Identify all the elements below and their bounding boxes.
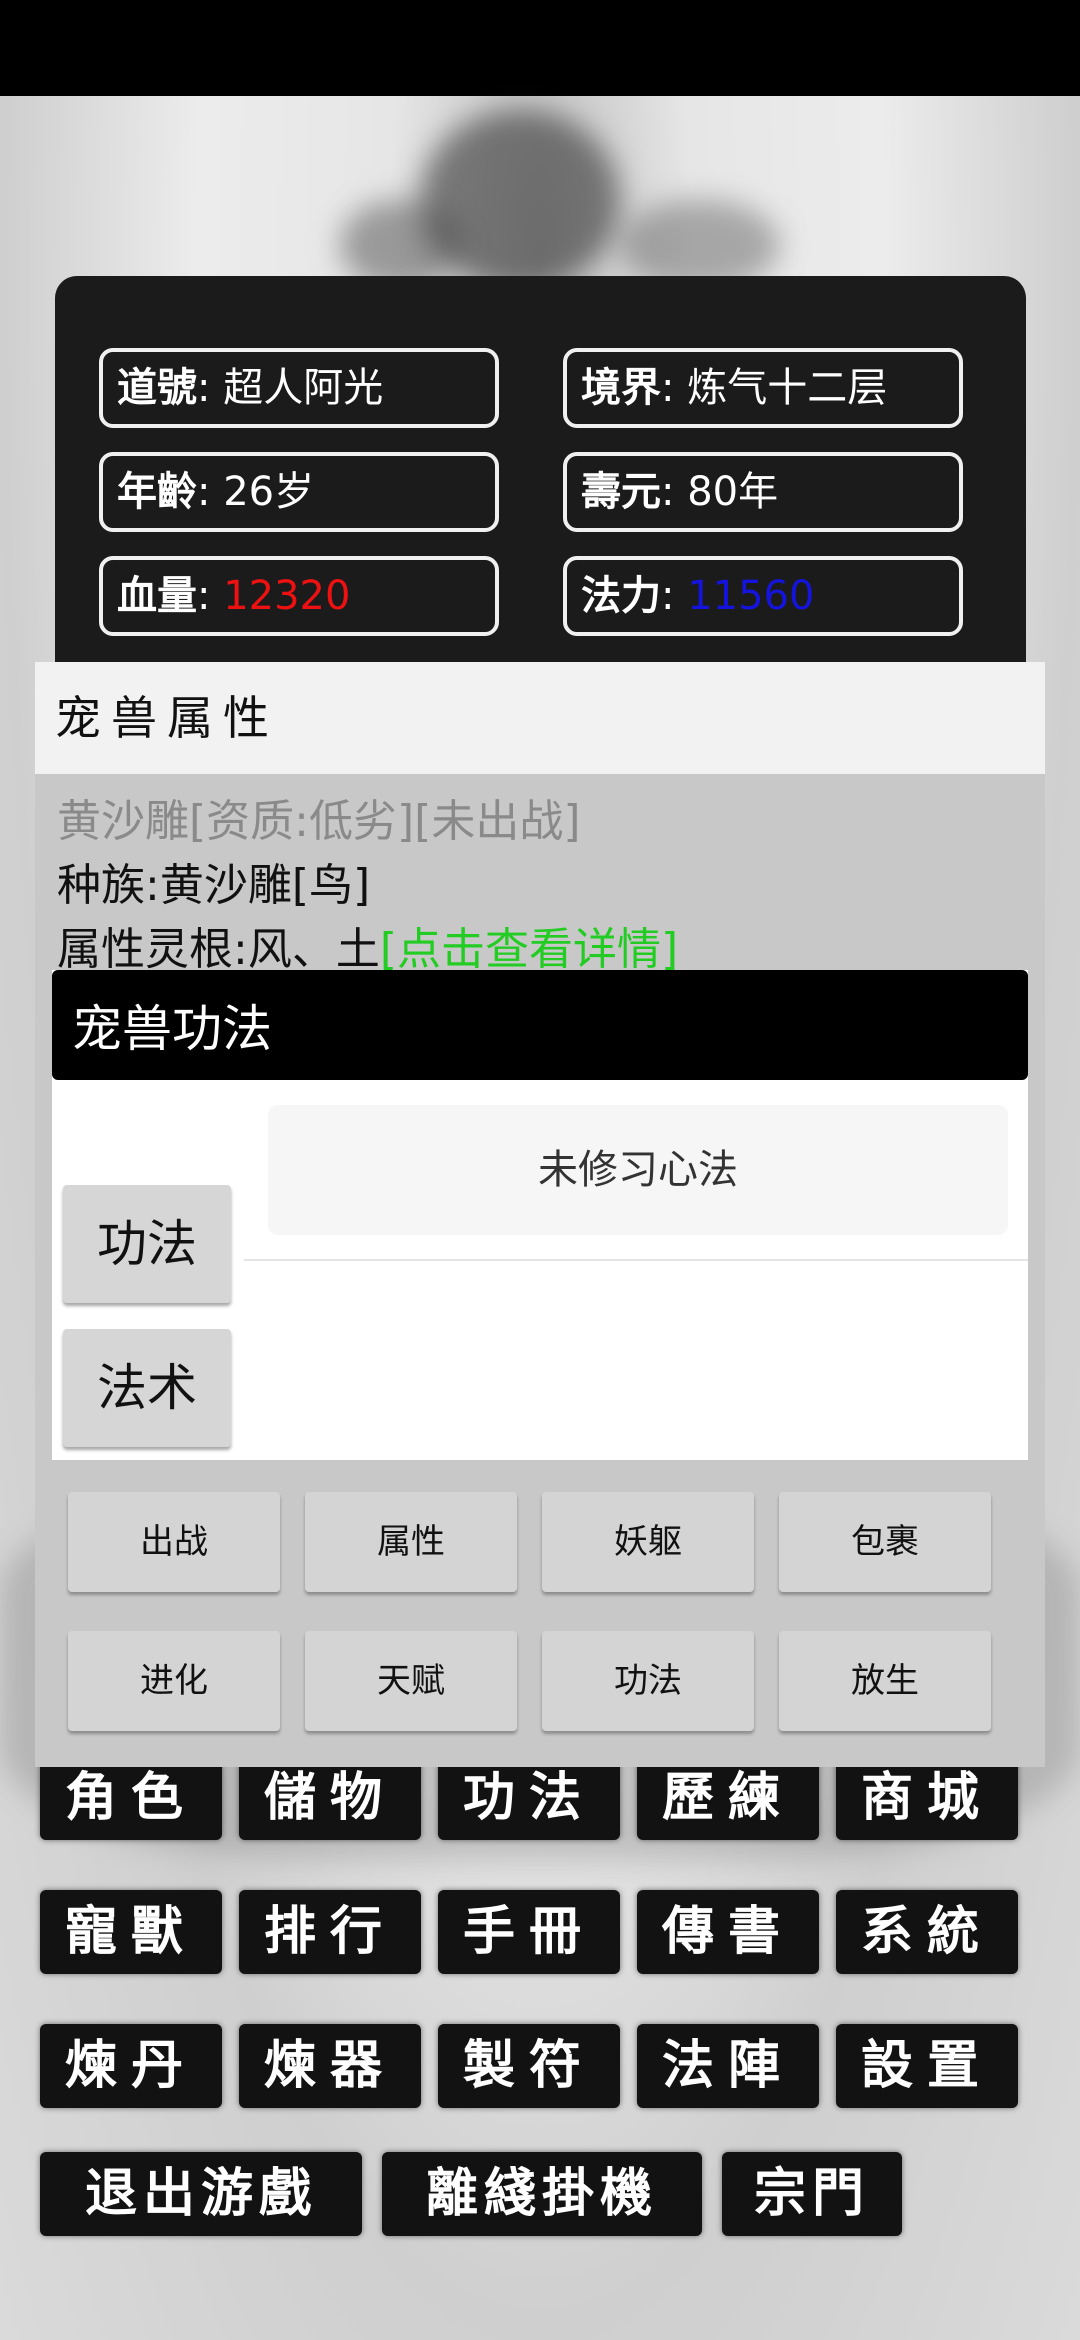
details-link[interactable]: [点击查看详情] xyxy=(380,924,678,975)
character-status-panel: 道號: 超人阿光 境界: 炼气十二层 年齡: 26岁 壽元: 80年 血量: 1… xyxy=(55,276,1026,696)
hp-field: 血量: 12320 xyxy=(99,556,499,636)
menu-letters-button[interactable]: 傳書 xyxy=(637,1890,819,1974)
release-button[interactable]: 放生 xyxy=(779,1631,991,1731)
lifespan-field: 壽元: 80年 xyxy=(563,452,963,532)
pet-panel-title: 宠兽属性 xyxy=(35,662,1045,774)
deploy-button[interactable]: 出战 xyxy=(68,1492,280,1592)
attributes-button[interactable]: 属性 xyxy=(305,1492,517,1592)
menu-talisman-button[interactable]: 製符 xyxy=(438,2024,620,2108)
menu-ranking-button[interactable]: 排行 xyxy=(239,1890,421,1974)
daohao-field: 道號: 超人阿光 xyxy=(99,348,499,428)
menu-pets-button[interactable]: 寵獸 xyxy=(40,1890,222,1974)
skill-dialog-title: 宠兽功法 xyxy=(52,970,1028,1080)
pet-name-line: 黄沙雕[资质:低劣][未出战] xyxy=(57,796,581,847)
menu-manual-button[interactable]: 手冊 xyxy=(438,1890,620,1974)
menu-alchemy-button[interactable]: 煉丹 xyxy=(40,2024,222,2108)
menu-role-button[interactable]: 角色 xyxy=(40,1756,222,1840)
menu-sect-button[interactable]: 宗門 xyxy=(722,2152,902,2236)
menu-system-button[interactable]: 系統 xyxy=(836,1890,1018,1974)
menu-storage-button[interactable]: 儲物 xyxy=(239,1756,421,1840)
pet-skill-dialog: 宠兽功法 功法 法术 未修习心法 xyxy=(52,970,1028,1460)
divider xyxy=(244,1259,1028,1261)
mp-field: 法力: 11560 xyxy=(563,556,963,636)
menu-shop-button[interactable]: 商城 xyxy=(836,1756,1018,1840)
menu-formation-button[interactable]: 法陣 xyxy=(637,2024,819,2108)
age-field: 年齡: 26岁 xyxy=(99,452,499,532)
demon-body-button[interactable]: 妖躯 xyxy=(542,1492,754,1592)
skills-button[interactable]: 功法 xyxy=(542,1631,754,1731)
menu-settings-button[interactable]: 設置 xyxy=(836,2024,1018,2108)
no-skill-item[interactable]: 未修习心法 xyxy=(268,1105,1008,1235)
menu-forging-button[interactable]: 煉器 xyxy=(239,2024,421,2108)
gongfa-tab-button[interactable]: 功法 xyxy=(63,1185,231,1303)
menu-training-button[interactable]: 歷練 xyxy=(637,1756,819,1840)
evolve-button[interactable]: 进化 xyxy=(68,1631,280,1731)
menu-exit-game-button[interactable]: 退出游戲 xyxy=(40,2152,362,2236)
pet-race-line: 种族:黄沙雕[鸟] xyxy=(57,860,371,911)
menu-skills-button[interactable]: 功法 xyxy=(438,1756,620,1840)
bag-button[interactable]: 包裹 xyxy=(779,1492,991,1592)
status-bar xyxy=(0,0,1080,96)
menu-offline-idle-button[interactable]: 離綫掛機 xyxy=(382,2152,702,2236)
pet-info: 黄沙雕[资质:低劣][未出战] 种族:黄沙雕[鸟] 属性灵根:风、土[点击查看详… xyxy=(57,790,678,982)
fashu-tab-button[interactable]: 法术 xyxy=(63,1329,231,1447)
talent-button[interactable]: 天赋 xyxy=(305,1631,517,1731)
jingjie-field: 境界: 炼气十二层 xyxy=(563,348,963,428)
